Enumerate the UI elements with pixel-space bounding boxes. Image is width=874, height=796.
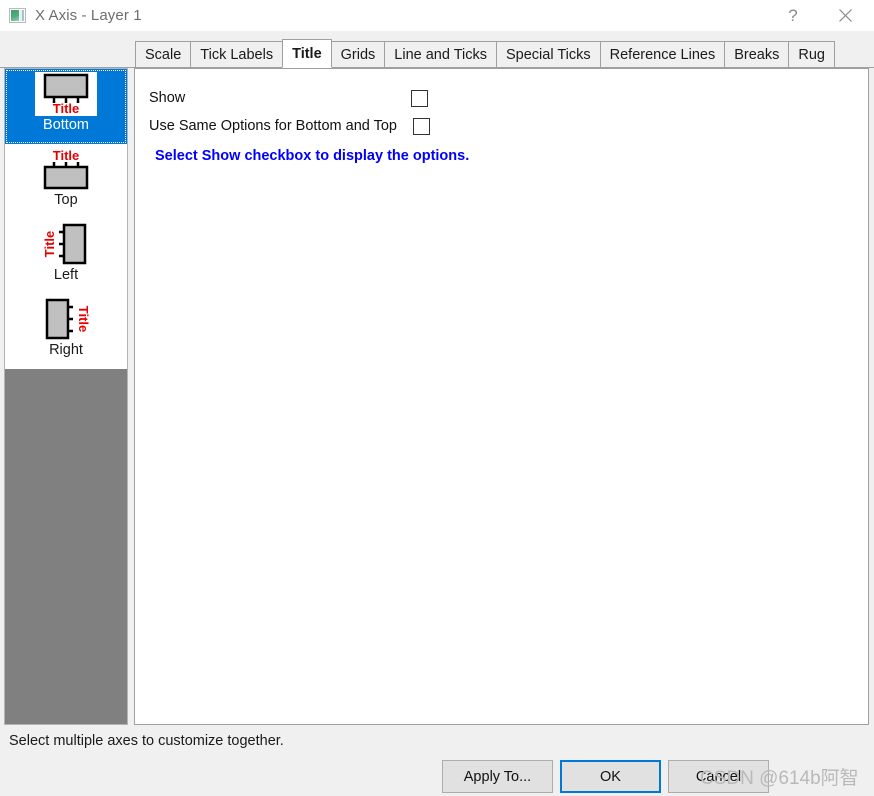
hint-message: Select Show checkbox to display the opti… xyxy=(155,148,470,164)
tab-list: Scale Tick Labels Title Grids Line and T… xyxy=(135,39,835,68)
help-button[interactable]: ? xyxy=(770,0,816,31)
axis-right-title-icon: Title xyxy=(5,294,127,342)
window-title: X Axis - Layer 1 xyxy=(35,7,142,24)
cancel-button[interactable]: Cancel xyxy=(668,760,769,793)
sidebar-item-label: Left xyxy=(53,267,79,283)
sidebar-item-left[interactable]: Title Left xyxy=(5,219,127,294)
tab-breaks[interactable]: Breaks xyxy=(724,41,790,68)
same-options-row: Use Same Options for Bottom and Top xyxy=(149,118,397,134)
tab-reference-lines[interactable]: Reference Lines xyxy=(599,41,726,68)
tab-scale[interactable]: Scale xyxy=(135,41,192,68)
sidebar-item-label: Bottom xyxy=(43,117,89,133)
apply-to-button[interactable]: Apply To... xyxy=(442,760,553,793)
same-options-label: Use Same Options for Bottom and Top xyxy=(149,118,397,134)
ok-button[interactable]: OK xyxy=(560,760,661,793)
title-bar: X Axis - Layer 1 ? xyxy=(0,0,874,31)
axis-list: Title Bottom Title Top Title Left Title … xyxy=(5,69,127,369)
tab-special-ticks[interactable]: Special Ticks xyxy=(496,41,601,68)
sidebar-item-top[interactable]: Title Top xyxy=(5,144,127,219)
svg-text:Title: Title xyxy=(53,148,80,163)
tab-tick-labels[interactable]: Tick Labels xyxy=(190,41,284,68)
axis-bottom-title-icon: Title xyxy=(5,69,127,116)
tab-title[interactable]: Title xyxy=(282,39,332,68)
tab-grids[interactable]: Grids xyxy=(330,41,386,68)
svg-text:Title: Title xyxy=(42,230,57,257)
sidebar-item-bottom[interactable]: Title Bottom xyxy=(5,69,127,144)
status-bar-text: Select multiple axes to customize togeth… xyxy=(9,733,284,749)
show-checkbox[interactable] xyxy=(411,90,428,107)
sidebar-item-label: Top xyxy=(54,192,78,208)
show-label: Show xyxy=(149,90,186,106)
axis-dialog-icon xyxy=(9,8,26,23)
tab-line-and-ticks[interactable]: Line and Ticks xyxy=(384,41,497,68)
tab-strip: Scale Tick Labels Title Grids Line and T… xyxy=(0,31,874,68)
axis-list-panel[interactable]: Title Bottom Title Top Title Left Title … xyxy=(4,68,128,725)
show-option-row: Show xyxy=(149,90,185,106)
svg-text:Title: Title xyxy=(53,101,80,115)
axis-left-title-icon: Title xyxy=(5,219,127,267)
title-tab-panel: Show Use Same Options for Bottom and Top… xyxy=(134,68,869,725)
sidebar-item-right[interactable]: Title Right xyxy=(5,294,127,369)
sidebar-item-label: Right xyxy=(49,342,83,358)
same-options-checkbox[interactable] xyxy=(413,118,430,135)
close-icon[interactable] xyxy=(822,0,868,31)
svg-text:Title: Title xyxy=(76,305,91,332)
axis-top-title-icon: Title xyxy=(5,144,127,191)
tab-rug[interactable]: Rug xyxy=(788,41,835,68)
